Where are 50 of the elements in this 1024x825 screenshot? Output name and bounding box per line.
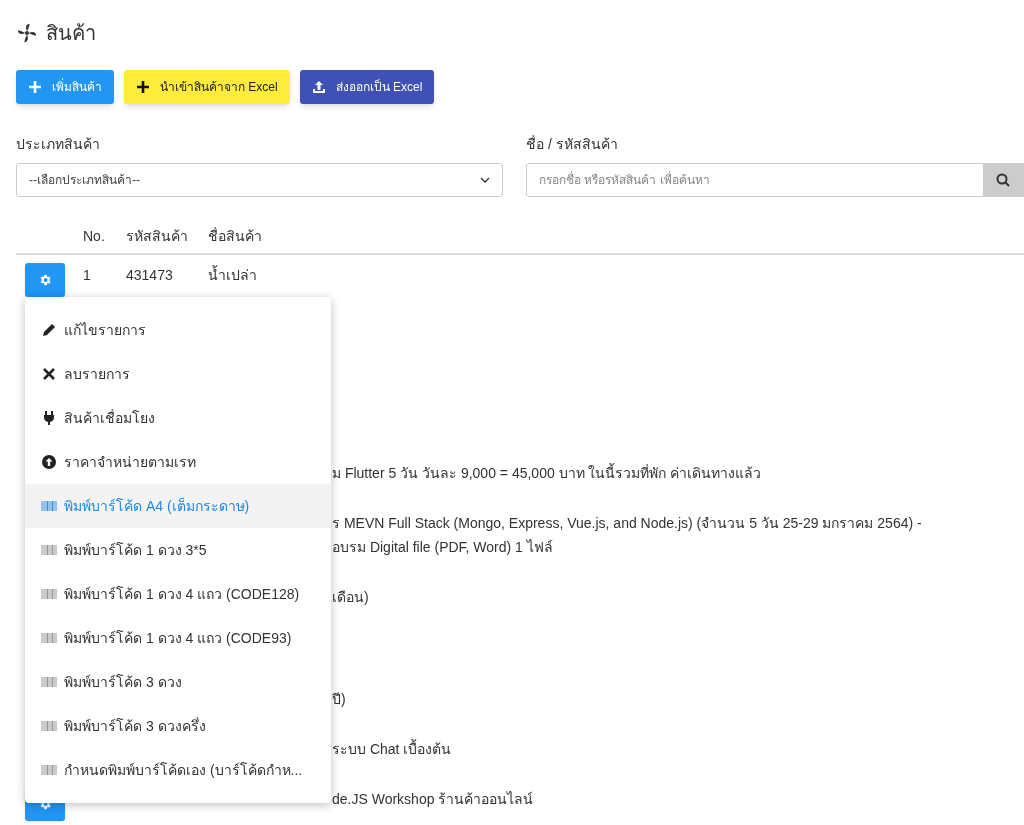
close-icon xyxy=(41,366,57,382)
table-cell-text: ม Flutter 5 วัน วันละ 9,000 = 45,000 บาท ในนี้รวมที่พัก ค่าเดินทางแล้ว xyxy=(332,462,762,483)
field-label: ประเภทสินค้า xyxy=(16,135,101,154)
menu-item[interactable]: ลบรายการ xyxy=(25,352,331,396)
table-cell-text: 1 xyxy=(83,266,92,285)
menu-item[interactable]: แก้ไขรายการ xyxy=(25,308,331,352)
page-title: สินค้า xyxy=(46,21,96,46)
barcode-icon xyxy=(41,674,57,690)
chevron-down-icon xyxy=(480,175,490,185)
plus-icon xyxy=(28,80,42,94)
barcode-icon xyxy=(41,586,57,602)
barcode-icon xyxy=(41,498,57,514)
column-header: ชื่อสินค้า xyxy=(208,226,263,246)
menu-item[interactable]: ราคาจำหน่ายตามเรท xyxy=(25,440,331,484)
table-cell-text: ร MEVN Full Stack (Mongo, Express, Vue.js, and Node.js) (จำนวน 5 วัน 25-29 มกราคม 2564) - xyxy=(332,514,922,533)
table-cell-text: เดือน) xyxy=(332,588,369,607)
search-field[interactable]: กรอกชื่อ หรือรหัสสินค้า เพื่อค้นหา xyxy=(526,163,984,197)
menu-item[interactable]: พิมพ์บาร์โค้ด 3 ดวง xyxy=(25,660,331,704)
table-cell-text: ระบบ Chat เบื้องต้น xyxy=(332,738,452,759)
menu-item[interactable]: พิมพ์บาร์โค้ด 3 ดวงครึ่ง xyxy=(25,704,331,748)
table-cell-text: ปี) xyxy=(332,690,346,709)
menu-item[interactable]: สินค้าเชื่อมโยง xyxy=(25,396,331,440)
search-icon xyxy=(996,173,1010,187)
fan-icon xyxy=(16,22,38,44)
table-cell-text: อบรม Digital file (PDF, Word) 1 ไฟล์ xyxy=(332,538,554,557)
plus-icon xyxy=(136,80,150,94)
plug-icon xyxy=(41,410,57,426)
menu-item[interactable]: พิมพ์บาร์โค้ด 1 ดวง 4 แถว (CODE93) xyxy=(25,616,331,660)
table-cell-text: น้ำเปล่า xyxy=(208,265,257,285)
table-cell-text: de.JS Workshop ร้านค้าออนไลน์ xyxy=(332,790,534,809)
barcode-icon xyxy=(41,718,57,734)
barcode-icon xyxy=(41,762,57,778)
barcode-icon xyxy=(41,630,57,646)
search-button[interactable] xyxy=(984,163,1024,197)
menu-item[interactable]: พิมพ์บาร์โค้ด 1 ดวง 3*5 xyxy=(25,528,331,572)
barcode-icon xyxy=(41,542,57,558)
field-label: ชื่อ / รหัสสินค้า xyxy=(526,134,619,154)
table-cell-text: 431473 xyxy=(126,266,174,285)
category-select[interactable]: --เลือกประเภทสินค้า-- xyxy=(16,163,503,197)
upload-icon xyxy=(311,80,326,94)
menu-item[interactable]: พิมพ์บาร์โค้ด 1 ดวง 4 แถว (CODE128) xyxy=(25,572,331,616)
column-header: รหัสสินค้า xyxy=(126,226,189,246)
settings-button[interactable] xyxy=(25,263,65,297)
export-button[interactable]: ส่งออกเป็น Excel xyxy=(299,70,435,104)
pencil-icon xyxy=(41,322,57,338)
import-button[interactable]: นำเข้าสินค้าจาก Excel xyxy=(124,70,290,104)
column-header: No. xyxy=(82,226,106,246)
menu-item[interactable]: กำหนดพิมพ์บาร์โค้ดเอง (บาร์โค้ดกำห... xyxy=(25,748,331,792)
arrow-up-circle-icon xyxy=(41,454,57,470)
gear-icon xyxy=(38,273,52,287)
